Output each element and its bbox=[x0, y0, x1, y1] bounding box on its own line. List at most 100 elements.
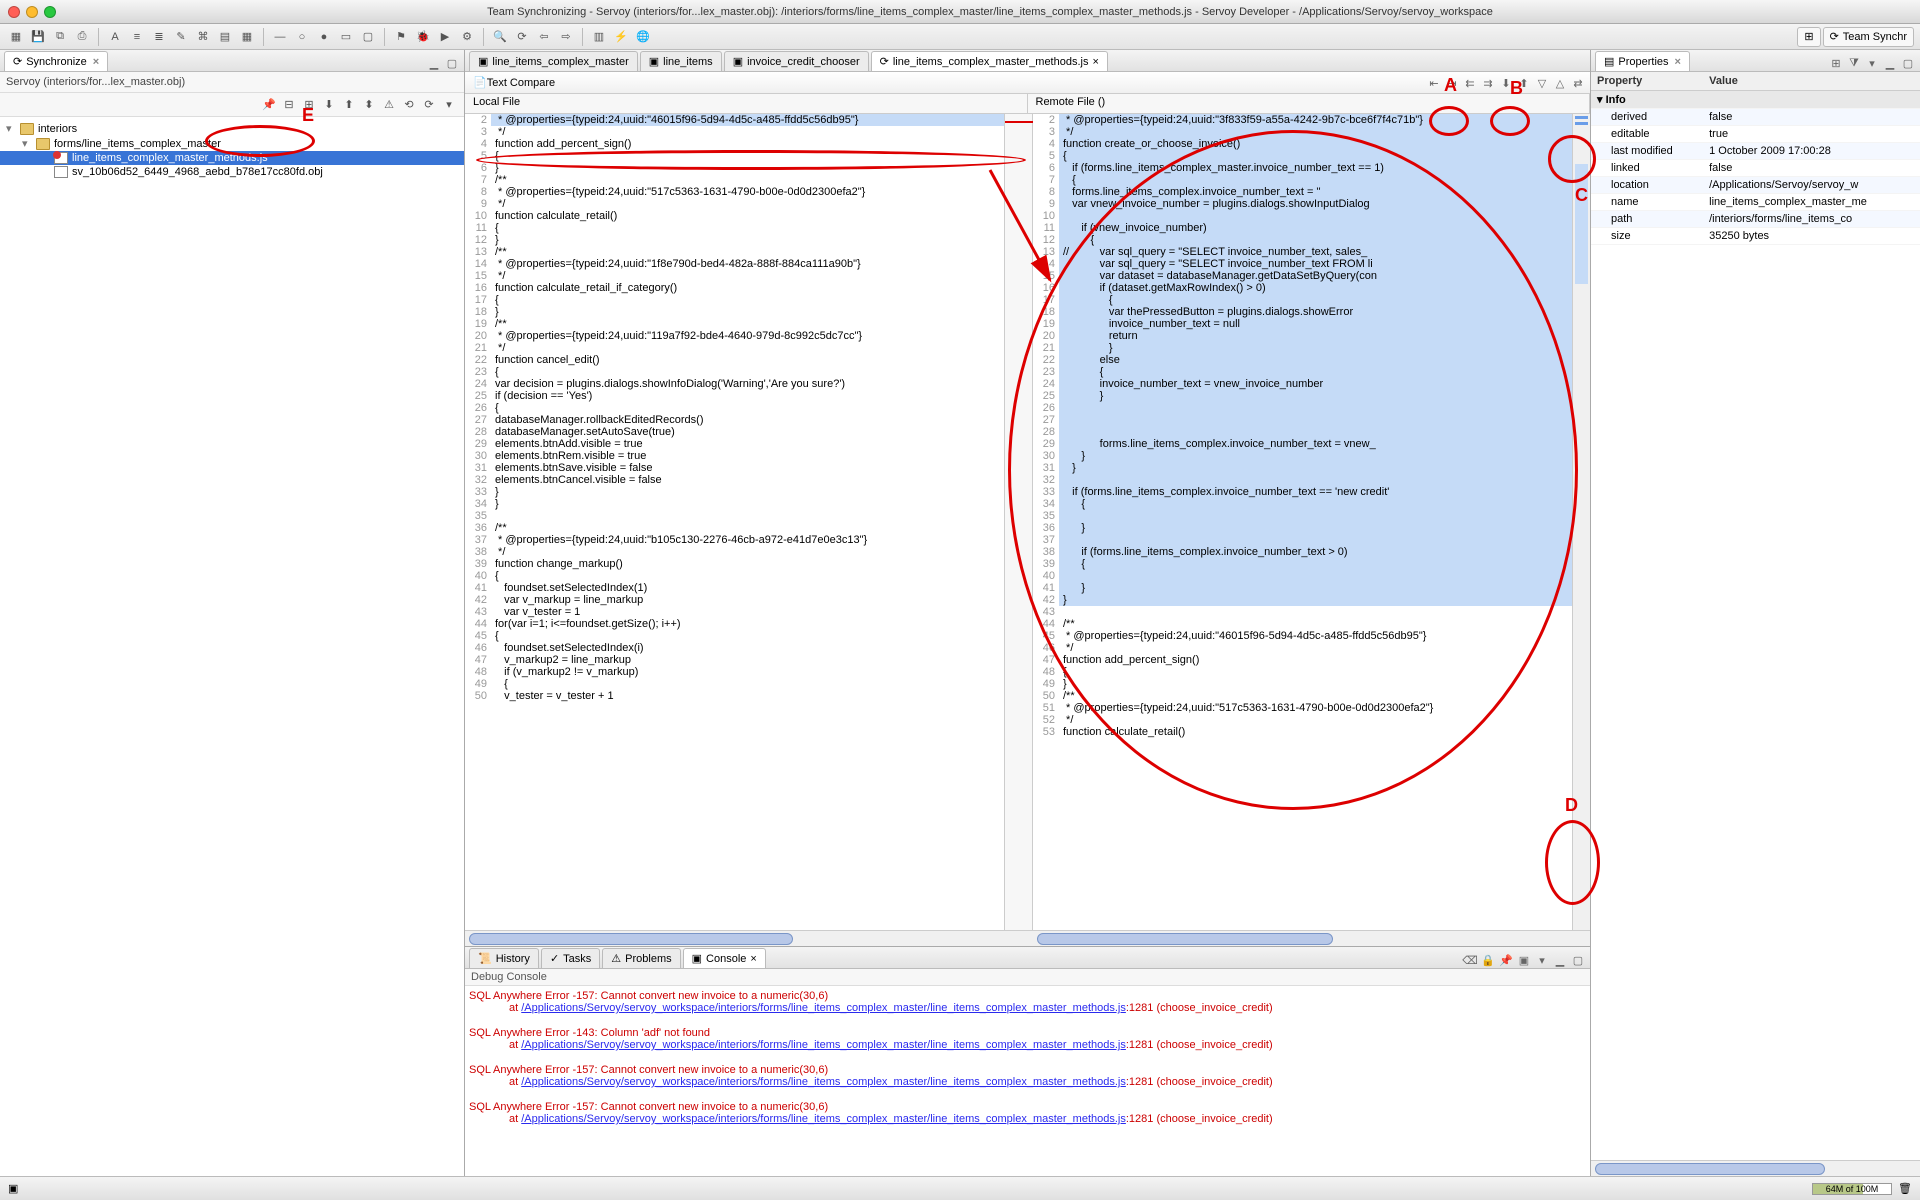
text-icon[interactable]: A bbox=[105, 27, 125, 47]
categories-icon[interactable]: ⊞ bbox=[1828, 55, 1844, 71]
status-bar: ▣ 64M of 100M 🗑 bbox=[0, 1176, 1920, 1200]
tab-problems[interactable]: ⚠ Problems bbox=[602, 948, 680, 968]
display-console-icon[interactable]: ▣ bbox=[1516, 952, 1532, 968]
nav-fwd-icon[interactable]: ⇨ bbox=[556, 27, 576, 47]
print-icon[interactable]: ⎙ bbox=[72, 27, 92, 47]
editor-tab-1[interactable]: ▣ line_items bbox=[640, 51, 722, 71]
update-icon[interactable]: ⟲ bbox=[400, 96, 418, 114]
prev-change-icon[interactable]: △ bbox=[1552, 75, 1568, 91]
close-icon[interactable]: × bbox=[1092, 56, 1098, 68]
filter-icon[interactable]: ⧩ bbox=[1846, 55, 1862, 71]
left-hscrollbar[interactable] bbox=[465, 930, 1005, 946]
properties-tab[interactable]: ▤ Properties × bbox=[1595, 51, 1690, 71]
tab-tasks[interactable]: ✓ Tasks bbox=[541, 948, 600, 968]
sync-tab[interactable]: ⟳ Synchronize × bbox=[4, 51, 108, 71]
circle-icon[interactable]: ○ bbox=[292, 27, 312, 47]
minimize-window-button[interactable] bbox=[26, 6, 38, 18]
tree-item-folder[interactable]: ▾forms/line_items_complex_master bbox=[0, 136, 464, 151]
pin-console-icon[interactable]: 📌 bbox=[1498, 952, 1514, 968]
tree-item-file-methods[interactable]: line_items_complex_master_methods.js bbox=[0, 151, 464, 165]
copy-left-icon[interactable]: ⇤ bbox=[1426, 75, 1442, 91]
console-output[interactable]: SQL Anywhere Error -157: Cannot convert … bbox=[465, 986, 1590, 1176]
properties-table[interactable]: PropertyValue ▾ Info derivedfalseeditabl… bbox=[1591, 72, 1920, 1160]
flag-icon[interactable]: ⚑ bbox=[391, 27, 411, 47]
tree-item-root[interactable]: ▾interiors bbox=[0, 121, 464, 136]
save-icon[interactable]: 💾 bbox=[28, 27, 48, 47]
search-icon[interactable]: 🔍 bbox=[490, 27, 510, 47]
incoming-mode-icon[interactable]: ⬇ bbox=[320, 96, 338, 114]
local-file-pane[interactable]: 2 * @properties={typeid:24,uuid:"46015f9… bbox=[465, 114, 1005, 930]
editor-tab-0[interactable]: ▣ line_items_complex_master bbox=[469, 51, 638, 71]
rect-icon[interactable]: ▭ bbox=[336, 27, 356, 47]
swap-icon[interactable]: ⇄ bbox=[1570, 75, 1586, 91]
properties-tabbar: ▤ Properties × ⊞ ⧩ ▾ ▁ ▢ bbox=[1591, 50, 1920, 72]
edit-icon[interactable]: ✎ bbox=[171, 27, 191, 47]
menu-icon[interactable]: ▾ bbox=[440, 96, 458, 114]
collapse-all-icon[interactable]: ⊟ bbox=[280, 96, 298, 114]
filled-circle-icon[interactable]: ● bbox=[314, 27, 334, 47]
nav-back-icon[interactable]: ⇦ bbox=[534, 27, 554, 47]
minimize-view-icon[interactable]: ▁ bbox=[1552, 952, 1568, 968]
new-icon[interactable]: ▦ bbox=[6, 27, 26, 47]
copy-all-right-icon[interactable]: ⇉ bbox=[1480, 75, 1496, 91]
outgoing-mode-icon[interactable]: ⬆ bbox=[340, 96, 358, 114]
sync-tree[interactable]: ▾interiors ▾forms/line_items_complex_mas… bbox=[0, 117, 464, 1176]
link-icon[interactable]: ⌘ bbox=[193, 27, 213, 47]
commit-icon[interactable]: ⟳ bbox=[420, 96, 438, 114]
table-icon[interactable]: ▤ bbox=[215, 27, 235, 47]
rounded-rect-icon[interactable]: ▢ bbox=[358, 27, 378, 47]
close-icon[interactable]: × bbox=[93, 56, 99, 68]
script-icon[interactable]: ⚡ bbox=[611, 27, 631, 47]
editor-tab-3[interactable]: ⟳ line_items_complex_master_methods.js × bbox=[871, 51, 1108, 71]
open-console-icon[interactable]: ▾ bbox=[1534, 952, 1550, 968]
both-mode-icon[interactable]: ⬍ bbox=[360, 96, 378, 114]
debug-icon[interactable]: 🐞 bbox=[413, 27, 433, 47]
menu-icon[interactable]: ▾ bbox=[1864, 55, 1880, 71]
annotation-label-e: E bbox=[302, 105, 314, 126]
run-icon[interactable]: ▶ bbox=[435, 27, 455, 47]
remote-file-pane[interactable]: 2 * @properties={typeid:24,uuid:"3f833f5… bbox=[1033, 114, 1572, 930]
next-change-icon[interactable]: ▽ bbox=[1534, 75, 1550, 91]
minimize-view-icon[interactable]: ▁ bbox=[1882, 55, 1898, 71]
clear-console-icon[interactable]: ⌫ bbox=[1462, 952, 1478, 968]
sync-header: Servoy (interiors/for...lex_master.obj) bbox=[0, 72, 464, 93]
form-icon[interactable]: ▥ bbox=[589, 27, 609, 47]
sync-icon[interactable]: ⟳ bbox=[512, 27, 532, 47]
minimize-view-icon[interactable]: ▁ bbox=[426, 55, 442, 71]
line-icon[interactable]: — bbox=[270, 27, 290, 47]
align-center-icon[interactable]: ≣ bbox=[149, 27, 169, 47]
copy-all-left-icon[interactable]: ⇇ bbox=[1462, 75, 1478, 91]
perspective-team-sync[interactable]: ⟳ Team Synchr bbox=[1823, 27, 1914, 47]
sync-view-tabbar: ⟳ Synchronize × ▁ ▢ bbox=[0, 50, 464, 72]
align-left-icon[interactable]: ≡ bbox=[127, 27, 147, 47]
scroll-lock-icon[interactable]: 🔒 bbox=[1480, 952, 1496, 968]
heap-status[interactable]: 64M of 100M bbox=[1812, 1183, 1892, 1195]
layout-icon[interactable]: ▦ bbox=[237, 27, 257, 47]
annotation-label-a: A bbox=[1444, 75, 1457, 96]
gc-icon[interactable]: 🗑 bbox=[1898, 1182, 1912, 1195]
save-all-icon[interactable]: ⧉ bbox=[50, 27, 70, 47]
local-file-title: Local File bbox=[465, 94, 1028, 113]
maximize-view-icon[interactable]: ▢ bbox=[444, 55, 460, 71]
close-window-button[interactable] bbox=[8, 6, 20, 18]
close-icon[interactable]: × bbox=[1675, 56, 1681, 68]
properties-hscrollbar[interactable] bbox=[1591, 1160, 1920, 1176]
annotation-label-c: C bbox=[1575, 185, 1588, 206]
zoom-window-button[interactable] bbox=[44, 6, 56, 18]
tree-item-file-obj[interactable]: sv_10b06d52_6449_4968_aebd_b78e17cc80fd.… bbox=[0, 165, 464, 179]
sync-toolbar: 📌 ⊟ ⊞ ⬇ ⬆ ⬍ ⚠ ⟲ ⟳ ▾ bbox=[0, 93, 464, 117]
close-icon[interactable]: × bbox=[750, 953, 756, 965]
window-title: Team Synchronizing - Servoy (interiors/f… bbox=[68, 6, 1912, 18]
tab-console[interactable]: ▣ Console × bbox=[683, 948, 766, 968]
maximize-view-icon[interactable]: ▢ bbox=[1570, 952, 1586, 968]
compare-connector bbox=[1005, 114, 1033, 930]
open-perspective-button[interactable]: ⊞ bbox=[1797, 27, 1820, 47]
conflicts-mode-icon[interactable]: ⚠ bbox=[380, 96, 398, 114]
editor-tab-2[interactable]: ▣ invoice_credit_chooser bbox=[724, 51, 869, 71]
right-hscrollbar[interactable] bbox=[1033, 930, 1573, 946]
globe-icon[interactable]: 🌐 bbox=[633, 27, 653, 47]
maximize-view-icon[interactable]: ▢ bbox=[1900, 55, 1916, 71]
tab-history[interactable]: 📜 History bbox=[469, 948, 539, 968]
pin-icon[interactable]: 📌 bbox=[260, 96, 278, 114]
external-tools-icon[interactable]: ⚙ bbox=[457, 27, 477, 47]
